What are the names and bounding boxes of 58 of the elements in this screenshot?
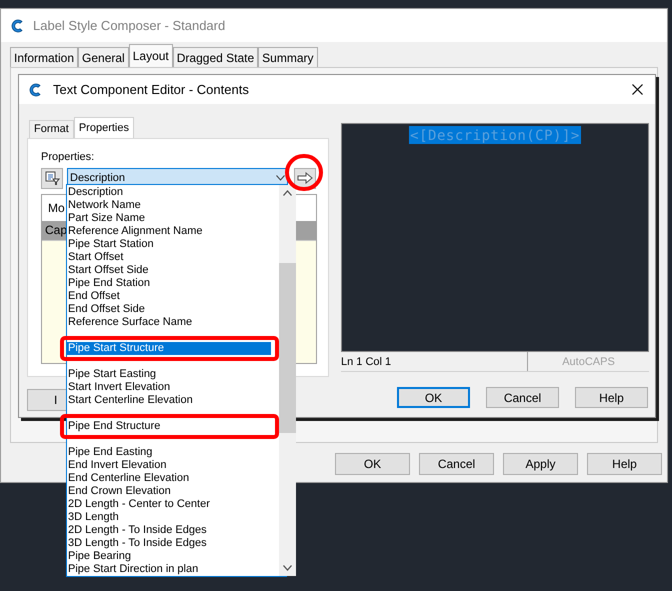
filter-icon bbox=[44, 171, 60, 185]
dropdown-item[interactable]: Network Name bbox=[67, 199, 279, 212]
filter-button[interactable] bbox=[41, 168, 63, 188]
chevron-down-icon bbox=[276, 175, 285, 181]
dropdown-item[interactable]: Start Invert Elevation bbox=[67, 381, 279, 394]
dropdown-item[interactable]: Pipe Start Station bbox=[67, 238, 279, 251]
app-logo-icon bbox=[29, 82, 43, 98]
dropdown-item[interactable]: Pipe End Station bbox=[67, 277, 279, 290]
tab[interactable]: Properties bbox=[74, 117, 134, 138]
arrow-right-icon bbox=[297, 172, 313, 184]
properties-label: Properties: bbox=[41, 150, 96, 165]
tab[interactable]: Layout bbox=[128, 44, 173, 67]
dialog-button[interactable]: Cancel bbox=[419, 453, 494, 475]
cursor-position: Ln 1 Col 1 bbox=[341, 352, 528, 371]
tab[interactable]: Format bbox=[29, 120, 74, 138]
dropdown-item[interactable]: Reference Surface Name bbox=[67, 316, 279, 329]
dialog-title: Text Component Editor - Contents bbox=[53, 80, 249, 99]
dropdown-item[interactable]: End Crown Elevation bbox=[67, 485, 279, 498]
autocaps-status: AutoCAPS bbox=[561, 355, 616, 370]
scrollbar[interactable] bbox=[279, 185, 296, 576]
dropdown-item[interactable]: Description bbox=[67, 186, 279, 199]
dialog-button[interactable]: Apply bbox=[503, 453, 578, 475]
dropdown-item[interactable]: Pipe Bearing bbox=[67, 550, 279, 563]
dialog-button[interactable]: OK bbox=[335, 453, 410, 475]
dialog-button[interactable]: Help bbox=[575, 387, 648, 408]
dialog-button[interactable]: Help bbox=[587, 453, 662, 475]
column-header: Cap bbox=[45, 222, 68, 239]
tab[interactable]: Information bbox=[10, 47, 78, 67]
dropdown-item[interactable]: End Invert Elevation bbox=[67, 459, 279, 472]
dropdown-item[interactable]: Start Offset bbox=[67, 251, 279, 264]
dropdown-item[interactable]: 2D Length - Center to Center bbox=[67, 498, 279, 511]
dropdown-item[interactable]: Part Size Name bbox=[67, 212, 279, 225]
dropdown-item[interactable]: Pipe End Easting bbox=[67, 446, 279, 459]
dropdown-item[interactable]: Start Offset Side bbox=[67, 264, 279, 277]
dropdown-item[interactable]: Pipe Start Direction in plan bbox=[67, 563, 279, 576]
dropdown-item[interactable]: 2D Length - To Inside Edges bbox=[67, 524, 279, 537]
dropdown-item[interactable]: Start Centerline Elevation bbox=[67, 394, 279, 407]
scroll-thumb[interactable] bbox=[279, 263, 296, 433]
app-logo-icon bbox=[11, 18, 25, 34]
tab[interactable]: General bbox=[78, 47, 129, 67]
dropdown-item[interactable]: End Offset bbox=[67, 290, 279, 303]
dialog-button[interactable]: OK bbox=[397, 387, 470, 408]
preview-text: <[Description(CP)]> bbox=[409, 126, 581, 144]
dialog-button[interactable]: Cancel bbox=[486, 387, 559, 408]
dropdown-item[interactable]: Pipe Start Structure bbox=[67, 342, 271, 355]
tab[interactable]: Summary bbox=[258, 47, 318, 67]
dropdown-item[interactable]: 3D Length bbox=[67, 511, 279, 524]
dropdown-item[interactable]: 3D Length - To Inside Edges bbox=[67, 537, 279, 550]
dropdown-item[interactable]: Pipe Start Easting bbox=[67, 368, 279, 381]
dropdown-item[interactable]: End Centerline Elevation bbox=[67, 472, 279, 485]
close-icon[interactable] bbox=[632, 84, 643, 95]
dropdown-item[interactable]: End Offset Side bbox=[67, 303, 279, 316]
chevron-up-icon[interactable] bbox=[283, 190, 292, 196]
dropdown-item[interactable]: Reference Alignment Name bbox=[67, 225, 279, 238]
tab[interactable]: Dragged State bbox=[172, 47, 258, 67]
chevron-down-icon[interactable] bbox=[283, 565, 292, 571]
grid-heading: Mo bbox=[48, 200, 65, 216]
window-title: Label Style Composer - Standard bbox=[33, 16, 226, 35]
